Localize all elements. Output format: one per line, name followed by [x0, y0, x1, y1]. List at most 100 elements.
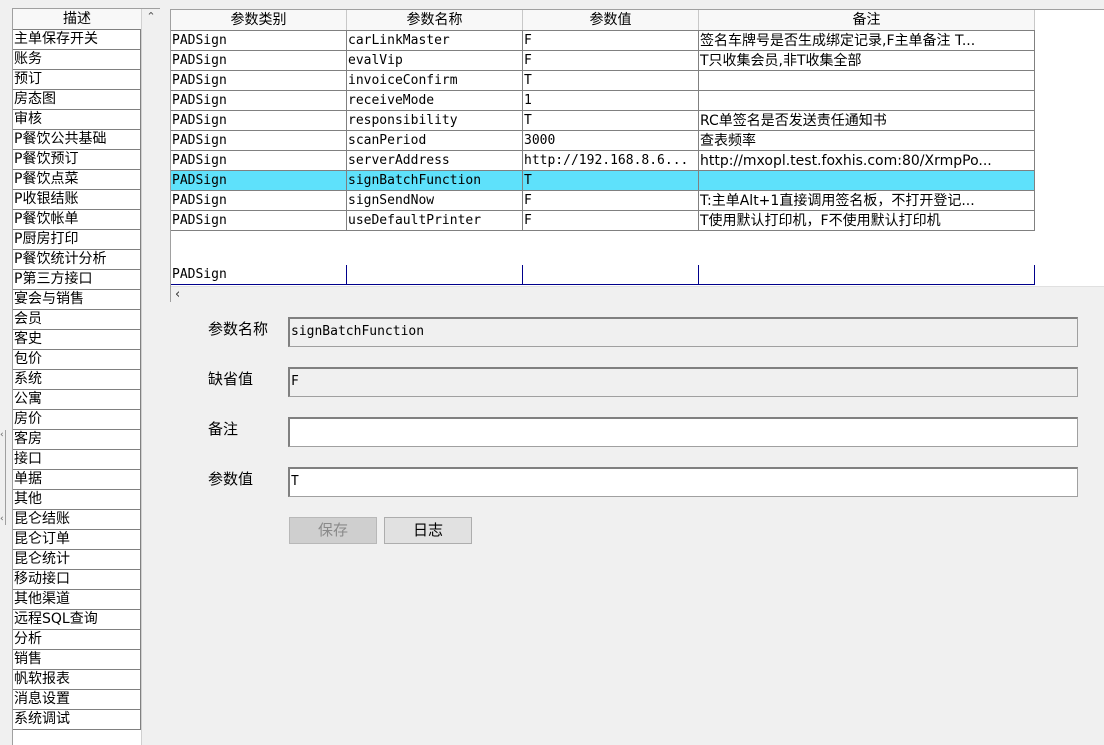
column-header-category[interactable]: 参数类别	[171, 10, 347, 30]
category-list-scrollbar[interactable]: ⌃	[141, 9, 160, 745]
row-remark-cell[interactable]: T使用默认打印机，F不使用默认打印机	[699, 211, 1035, 231]
column-header-name[interactable]: 参数名称	[347, 10, 523, 30]
splitter-handle[interactable]: ‹ ‹	[0, 430, 6, 525]
row-name-cell[interactable]: signBatchFunction	[347, 171, 523, 191]
category-item[interactable]: P餐饮公共基础	[13, 130, 141, 150]
new-row-category[interactable]: PADSign	[171, 265, 347, 285]
row-category-cell[interactable]: PADSign	[171, 171, 347, 191]
category-item[interactable]: 包价	[13, 350, 141, 370]
row-name-cell[interactable]: serverAddress	[347, 151, 523, 171]
row-remark-cell[interactable]: 签名车牌号是否生成绑定记录,F主单备注 T...	[699, 31, 1035, 51]
category-item[interactable]: P餐饮统计分析	[13, 250, 141, 270]
row-name-cell[interactable]: useDefaultPrinter	[347, 211, 523, 231]
category-item[interactable]: 房态图	[13, 90, 141, 110]
category-item[interactable]: 宴会与销售	[13, 290, 141, 310]
category-item[interactable]: 账务	[13, 50, 141, 70]
default-value-field[interactable]: F	[288, 367, 1078, 397]
log-button[interactable]: 日志	[384, 517, 472, 544]
row-value-cell[interactable]: F	[523, 191, 699, 211]
row-category-cell[interactable]: PADSign	[171, 131, 347, 151]
row-name-cell[interactable]: signSendNow	[347, 191, 523, 211]
param-value-field[interactable]: T	[288, 467, 1078, 497]
category-item[interactable]: 消息设置	[13, 690, 141, 710]
grid-horizontal-scrollbar[interactable]: ‹	[171, 286, 1104, 302]
new-row-name[interactable]	[347, 265, 523, 285]
chevron-left-icon[interactable]: ‹	[175, 287, 180, 302]
table-row[interactable]: PADSign carLinkMaster F 签名车牌号是否生成绑定记录,F主单备注…	[171, 31, 1035, 51]
row-name-cell[interactable]: evalVip	[347, 51, 523, 71]
save-button[interactable]: 保存	[289, 517, 377, 544]
category-item[interactable]: P第三方接口	[13, 270, 141, 290]
table-row[interactable]: PADSign invoiceConfirm T	[171, 71, 1035, 91]
row-value-cell[interactable]: 3000	[523, 131, 699, 151]
row-value-cell[interactable]: F	[523, 51, 699, 71]
row-category-cell[interactable]: PADSign	[171, 111, 347, 131]
category-item[interactable]: 会员	[13, 310, 141, 330]
category-item[interactable]: 预订	[13, 70, 141, 90]
category-item[interactable]: 昆仑统计	[13, 550, 141, 570]
category-item[interactable]: 昆仑订单	[13, 530, 141, 550]
row-category-cell[interactable]: PADSign	[171, 51, 347, 71]
row-remark-cell[interactable]: T:主单Alt+1直接调用签名板，不打开登记...	[699, 191, 1035, 211]
category-item[interactable]: 房价	[13, 410, 141, 430]
category-item[interactable]: 分析	[13, 630, 141, 650]
row-remark-cell[interactable]: T只收集会员,非T收集全部	[699, 51, 1035, 71]
category-list-header[interactable]: 描述	[13, 9, 142, 30]
column-header-remark[interactable]: 备注	[699, 10, 1035, 30]
chevron-up-icon[interactable]: ⌃	[144, 10, 158, 24]
row-remark-cell[interactable]	[699, 91, 1035, 111]
table-row[interactable]: PADSign receiveMode 1	[171, 91, 1035, 111]
row-category-cell[interactable]: PADSign	[171, 191, 347, 211]
new-row-remark[interactable]	[699, 265, 1035, 285]
row-name-cell[interactable]: scanPeriod	[347, 131, 523, 151]
remark-field[interactable]	[288, 417, 1078, 447]
row-remark-cell[interactable]	[699, 71, 1035, 91]
category-item[interactable]: 销售	[13, 650, 141, 670]
table-row[interactable]: PADSign responsibility T RC单签名是否发送责任通知书	[171, 111, 1035, 131]
category-item[interactable]: P餐饮点菜	[13, 170, 141, 190]
category-item[interactable]: P餐饮帐单	[13, 210, 141, 230]
row-remark-cell[interactable]: http://mxopl.test.foxhis.com:80/XrmpPo..…	[699, 151, 1035, 171]
category-item[interactable]: 客房	[13, 430, 141, 450]
row-category-cell[interactable]: PADSign	[171, 151, 347, 171]
row-value-cell[interactable]: F	[523, 31, 699, 51]
row-value-cell[interactable]: T	[523, 171, 699, 191]
row-remark-cell[interactable]	[699, 171, 1035, 191]
row-value-cell[interactable]: http://192.168.8.6...	[523, 151, 699, 171]
grid-new-row[interactable]: PADSign	[171, 265, 1035, 285]
table-row[interactable]: PADSign scanPeriod 3000 查表频率	[171, 131, 1035, 151]
new-row-value[interactable]	[523, 265, 699, 285]
category-item[interactable]: 客史	[13, 330, 141, 350]
category-item[interactable]: 其他	[13, 490, 141, 510]
column-header-value[interactable]: 参数值	[523, 10, 699, 30]
row-category-cell[interactable]: PADSign	[171, 211, 347, 231]
row-value-cell[interactable]: F	[523, 211, 699, 231]
row-name-cell[interactable]: carLinkMaster	[347, 31, 523, 51]
category-item[interactable]: 昆仑结账	[13, 510, 141, 530]
category-item[interactable]: P餐饮预订	[13, 150, 141, 170]
row-remark-cell[interactable]: RC单签名是否发送责任通知书	[699, 111, 1035, 131]
category-item[interactable]: P收银结账	[13, 190, 141, 210]
category-item[interactable]: 其他渠道	[13, 590, 141, 610]
category-item[interactable]: 单据	[13, 470, 141, 490]
category-item[interactable]: 系统	[13, 370, 141, 390]
table-row[interactable]: PADSign signSendNow F T:主单Alt+1直接调用签名板，不打开登…	[171, 191, 1035, 211]
category-item[interactable]: 帆软报表	[13, 670, 141, 690]
row-value-cell[interactable]: T	[523, 71, 699, 91]
table-row[interactable]: PADSign useDefaultPrinter F T使用默认打印机，F不使用默认…	[171, 211, 1035, 231]
category-item[interactable]: 公寓	[13, 390, 141, 410]
row-value-cell[interactable]: 1	[523, 91, 699, 111]
category-item[interactable]: 审核	[13, 110, 141, 130]
category-item[interactable]: P厨房打印	[13, 230, 141, 250]
category-item[interactable]: 主单保存开关	[13, 30, 141, 50]
row-category-cell[interactable]: PADSign	[171, 91, 347, 111]
category-item[interactable]: 系统调试	[13, 710, 141, 730]
row-name-cell[interactable]: responsibility	[347, 111, 523, 131]
row-category-cell[interactable]: PADSign	[171, 31, 347, 51]
row-value-cell[interactable]: T	[523, 111, 699, 131]
row-name-cell[interactable]: invoiceConfirm	[347, 71, 523, 91]
table-row[interactable]: PADSign signBatchFunction T	[171, 171, 1035, 191]
table-row[interactable]: PADSign evalVip F T只收集会员,非T收集全部	[171, 51, 1035, 71]
category-item[interactable]: 移动接口	[13, 570, 141, 590]
param-name-field[interactable]: signBatchFunction	[288, 317, 1078, 347]
